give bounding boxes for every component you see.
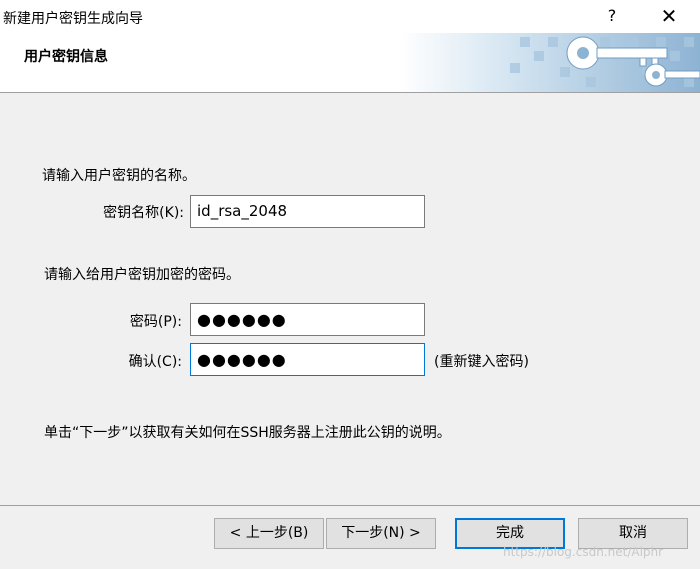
- wizard-header: 用户密钥信息: [0, 33, 700, 93]
- password-input[interactable]: ●●●●●●: [190, 303, 425, 336]
- key-name-input[interactable]: id_rsa_2048: [190, 195, 425, 228]
- window-title: 新建用户密钥生成向导: [3, 11, 143, 27]
- next-step-hint: 单击“下一步”以获取有关如何在SSH服务器上注册此公钥的说明。: [44, 425, 451, 441]
- name-instruction: 请输入用户密钥的名称。: [42, 168, 196, 184]
- back-button[interactable]: < 上一步(B): [214, 518, 324, 549]
- wizard-content: 请输入用户密钥的名称。 密钥名称(K): id_rsa_2048 请输入给用户密…: [0, 93, 700, 505]
- next-button[interactable]: 下一步(N) >: [326, 518, 436, 549]
- key-icon: [400, 33, 700, 92]
- watermark-text: https://blog.csdn.net/Alphr: [503, 545, 664, 559]
- title-bar: 新建用户密钥生成向导 ? ✕: [0, 0, 700, 33]
- help-button[interactable]: ?: [604, 6, 620, 25]
- close-button[interactable]: ✕: [652, 3, 686, 29]
- confirm-password-input[interactable]: ●●●●●●: [190, 343, 425, 376]
- password-label: 密码(P):: [129, 314, 182, 330]
- key-name-label: 密钥名称(K):: [103, 205, 184, 221]
- confirm-hint: (重新键入密码): [434, 354, 529, 370]
- button-bar: < 上一步(B) 下一步(N) > 完成 取消: [0, 505, 700, 569]
- confirm-label: 确认(C):: [128, 354, 182, 370]
- page-title: 用户密钥信息: [24, 49, 108, 65]
- password-instruction: 请输入给用户密钥加密的密码。: [44, 267, 240, 283]
